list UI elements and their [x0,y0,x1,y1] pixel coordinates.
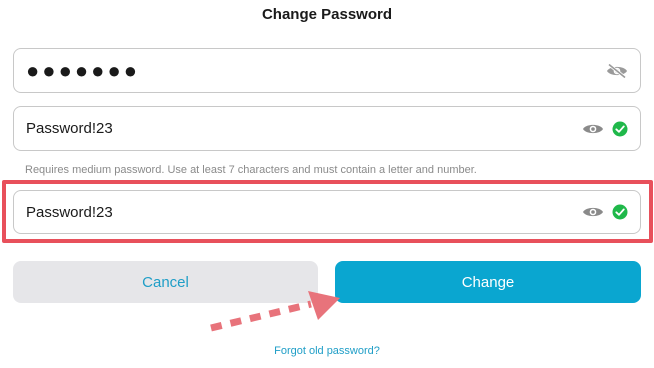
current-password-value: ●●●●●●● [26,57,141,83]
change-button[interactable]: Change [335,261,641,303]
current-password-field[interactable]: ●●●●●●● [13,48,641,93]
highlight-box [2,180,653,243]
eye-off-icon[interactable] [606,62,628,79]
dashed-arrow-icon [210,291,340,332]
forgot-password-link[interactable]: Forgot old password? [0,345,654,357]
check-circle-icon [612,121,628,137]
new-password-field[interactable]: Password!23 [13,106,641,151]
page-title: Change Password [261,6,393,23]
password-requirements-hint: Requires medium password. Use at least 7… [25,164,477,176]
new-password-value: Password!23 [26,120,113,137]
eye-icon[interactable] [582,122,604,136]
change-password-screen: Change Password ●●●●●●● Password!23 Requ… [0,0,654,368]
